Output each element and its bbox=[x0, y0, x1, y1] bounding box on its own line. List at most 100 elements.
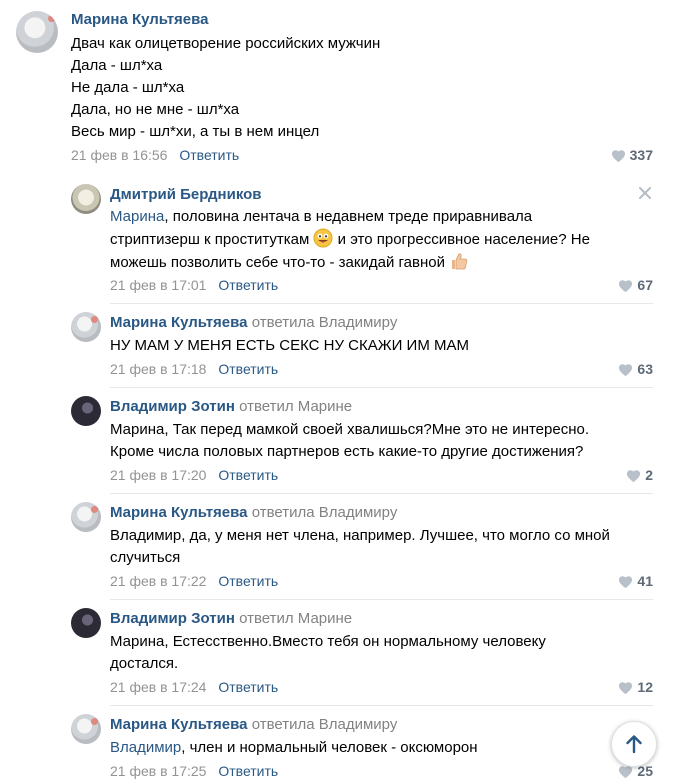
comment-text: Двач как олицетворение российских мужчин… bbox=[71, 33, 380, 143]
reply-link[interactable]: Ответить bbox=[179, 147, 239, 163]
avatar[interactable] bbox=[71, 608, 101, 638]
reply-link[interactable]: Ответить bbox=[218, 277, 278, 293]
text-line: Дала - шл*ха bbox=[71, 57, 163, 74]
comment-date[interactable]: 21 фев в 16:56 bbox=[71, 147, 167, 163]
divider bbox=[110, 387, 653, 388]
reply-link[interactable]: Ответить bbox=[218, 763, 278, 779]
author-name[interactable]: Марина Культяева bbox=[110, 314, 248, 331]
comment-date[interactable]: 21 фев в 17:20 bbox=[110, 467, 206, 483]
comment-text: Марина, Так перед мамкой своей хвалишься… bbox=[110, 419, 589, 463]
close-icon[interactable] bbox=[638, 186, 652, 200]
author-name[interactable]: Владимир Зотин bbox=[110, 398, 235, 415]
comment-meta: 21 фев в 17:22 Ответить bbox=[110, 573, 278, 589]
reply-to-label[interactable]: ответила Владимиру bbox=[252, 314, 398, 331]
text-line: Марина, Так перед мамкой своей хвалишься… bbox=[110, 421, 589, 438]
author-name[interactable]: Марина Культяева bbox=[110, 504, 248, 521]
like-count: 63 bbox=[637, 361, 653, 377]
author-name[interactable]: Марина Культяева bbox=[110, 716, 248, 733]
like-button[interactable]: 337 bbox=[611, 147, 653, 163]
comment-meta: 21 фев в 17:01 Ответить bbox=[110, 277, 278, 293]
heart-icon bbox=[619, 766, 633, 779]
scroll-to-top-button[interactable] bbox=[611, 721, 657, 767]
comment-date[interactable]: 21 фев в 17:01 bbox=[110, 277, 206, 293]
text-line: Двач как олицетворение российских мужчин bbox=[71, 35, 381, 52]
comment-meta: 21 фев в 17:18 Ответить bbox=[110, 361, 278, 377]
text-segment: можешь позволить себе что-то - закидай г… bbox=[110, 254, 445, 271]
text-line: Не дала - шл*ха bbox=[71, 79, 185, 96]
comment-author[interactable]: Марина Культяева bbox=[71, 11, 209, 28]
comment-author[interactable]: Марина Культяева ответила Владимиру bbox=[110, 716, 397, 733]
comment-author[interactable]: Владимир Зотин ответил Марине bbox=[110, 398, 352, 415]
text-segment: , половина лентача в недавнем треде прир… bbox=[164, 208, 533, 225]
comment-text: Владимир, член и нормальный человек - ок… bbox=[110, 737, 478, 759]
reply-link[interactable]: Ответить bbox=[218, 467, 278, 483]
text-line: случиться bbox=[110, 549, 181, 566]
comment-date[interactable]: 21 фев в 17:24 bbox=[110, 679, 206, 695]
divider bbox=[110, 599, 653, 600]
avatar[interactable] bbox=[71, 502, 101, 532]
author-name[interactable]: Дмитрий Бердников bbox=[110, 186, 262, 203]
text-line: Владимир, да, у меня нет члена, например… bbox=[110, 527, 610, 544]
comment-text: НУ МАМ У МЕНЯ ЕСТЬ СЕКС НУ СКАЖИ ИМ МАМ bbox=[110, 335, 469, 357]
arrow-up-icon bbox=[626, 735, 642, 754]
text-segment: , член и нормальный человек - оксюморон bbox=[181, 739, 478, 756]
comment-date[interactable]: 21 фев в 17:25 bbox=[110, 763, 206, 779]
author-name[interactable]: Марина Культяева bbox=[71, 11, 209, 28]
text-line: Кроме числа половых партнеров есть какие… bbox=[110, 443, 584, 460]
comment-author[interactable]: Дмитрий Бердников bbox=[110, 186, 262, 203]
comment-meta: 21 фев в 17:20 Ответить bbox=[110, 467, 278, 483]
tongue-emoji-icon bbox=[313, 228, 333, 248]
reply-to-label[interactable]: ответила Владимиру bbox=[252, 504, 398, 521]
divider bbox=[110, 493, 653, 494]
like-count: 67 bbox=[637, 277, 653, 293]
reply-to-label[interactable]: ответил Марине bbox=[239, 610, 352, 627]
mention-link[interactable]: Владимир bbox=[110, 739, 181, 756]
like-button[interactable]: 2 bbox=[626, 467, 653, 483]
like-button[interactable]: 67 bbox=[618, 277, 653, 293]
divider bbox=[110, 705, 653, 706]
avatar[interactable] bbox=[16, 11, 58, 53]
like-count: 2 bbox=[645, 467, 653, 483]
heart-icon bbox=[619, 364, 633, 377]
comment-date[interactable]: 21 фев в 17:22 bbox=[110, 573, 206, 589]
heart-icon bbox=[627, 470, 641, 483]
reply-to-label[interactable]: ответила Владимиру bbox=[252, 716, 398, 733]
comment-text: Марина, половина лентача в недавнем тред… bbox=[110, 206, 590, 274]
divider bbox=[110, 303, 653, 304]
comment-author[interactable]: Владимир Зотин ответил Марине bbox=[110, 610, 352, 627]
author-name[interactable]: Владимир Зотин bbox=[110, 610, 235, 627]
text-line: Марина, Естесственно.Вместо тебя он норм… bbox=[110, 633, 546, 650]
text-segment: стриптизерш к проституткам bbox=[110, 231, 310, 248]
like-button[interactable]: 63 bbox=[618, 361, 653, 377]
reply-link[interactable]: Ответить bbox=[218, 573, 278, 589]
heart-icon bbox=[619, 280, 633, 293]
avatar[interactable] bbox=[71, 396, 101, 426]
comment-author[interactable]: Марина Культяева ответила Владимиру bbox=[110, 314, 397, 331]
thumbs-up-icon bbox=[452, 253, 468, 270]
reply-link[interactable]: Ответить bbox=[218, 679, 278, 695]
reply-link[interactable]: Ответить bbox=[218, 361, 278, 377]
like-button[interactable]: 12 bbox=[618, 679, 653, 695]
avatar[interactable] bbox=[71, 714, 101, 744]
like-button[interactable]: 41 bbox=[618, 573, 653, 589]
reply-to-label[interactable]: ответил Марине bbox=[239, 398, 352, 415]
comment-meta: 21 фев в 16:56 Ответить bbox=[71, 147, 239, 163]
heart-icon bbox=[619, 682, 633, 695]
mention-link[interactable]: Марина bbox=[110, 208, 164, 225]
avatar[interactable] bbox=[71, 312, 101, 342]
heart-icon bbox=[611, 150, 625, 163]
avatar[interactable] bbox=[71, 184, 101, 214]
comment-author[interactable]: Марина Культяева ответила Владимиру bbox=[110, 504, 397, 521]
heart-icon bbox=[619, 576, 633, 589]
text-line: достался. bbox=[110, 655, 179, 672]
comment-text: Марина, Естесственно.Вместо тебя он норм… bbox=[110, 631, 546, 675]
comment-date[interactable]: 21 фев в 17:18 bbox=[110, 361, 206, 377]
comment-text: Владимир, да, у меня нет члена, например… bbox=[110, 525, 610, 569]
text-line: Весь мир - шл*хи, а ты в нем инцел bbox=[71, 123, 320, 140]
text-line: НУ МАМ У МЕНЯ ЕСТЬ СЕКС НУ СКАЖИ ИМ МАМ bbox=[110, 337, 469, 354]
like-count: 41 bbox=[637, 573, 653, 589]
comment-meta: 21 фев в 17:25 Ответить bbox=[110, 763, 278, 779]
like-count: 12 bbox=[637, 679, 653, 695]
text-segment: и это прогрессивное население? Не bbox=[333, 231, 590, 248]
text-line: Дала, но не мне - шл*ха bbox=[71, 101, 240, 118]
